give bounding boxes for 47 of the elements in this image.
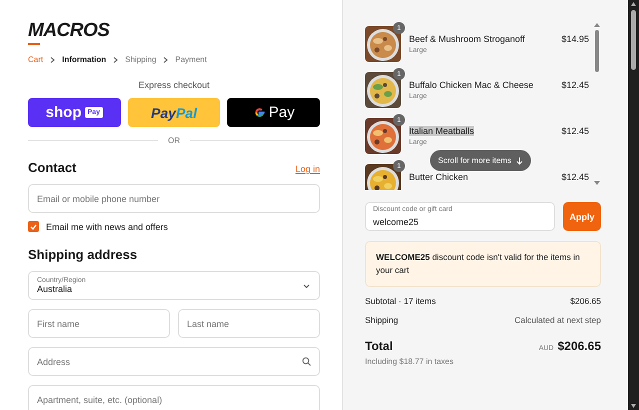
express-checkout-title: Express checkout <box>137 80 211 90</box>
item-price: $12.45 <box>561 79 589 90</box>
chevron-icon <box>50 56 56 62</box>
scrollbar[interactable] <box>593 22 601 186</box>
item-name: Italian Meatballs <box>409 126 474 136</box>
check-icon <box>30 224 37 230</box>
scrollbar[interactable] <box>630 0 637 410</box>
breadcrumb-link[interactable]: Cart <box>28 55 44 64</box>
apply-button[interactable]: Apply <box>563 202 601 231</box>
item-price: $12.45 <box>561 125 589 136</box>
scroll-hint[interactable]: Scroll for more items <box>430 150 532 171</box>
last-name-field[interactable]: Last name <box>178 309 320 338</box>
subtotal-value: $206.65 <box>570 296 601 306</box>
discount-error-message: WELCOME25 discount code isn't valid for the items in your cart <box>365 241 601 287</box>
item-name: Butter Chicken <box>409 172 468 182</box>
chevron-icon <box>163 56 168 62</box>
breadcrumb-step[interactable]: Payment <box>175 55 207 64</box>
total-value: $206.65 <box>558 339 601 353</box>
item-name: Beef & Mushroom Stroganoff <box>409 34 525 44</box>
login-link[interactable]: Log in <box>295 164 320 174</box>
first-name-field[interactable]: First name <box>28 309 170 338</box>
shipping-label: Shipping <box>365 315 398 325</box>
email-field[interactable]: Email or mobile phone number <box>28 184 320 213</box>
breadcrumb-step[interactable]: Information <box>62 55 106 64</box>
paypal-button[interactable]: PayPal <box>128 98 220 127</box>
item-name: Buffalo Chicken Mac & Cheese <box>409 80 534 90</box>
subtotal-label: Subtotal · 17 items <box>365 296 436 306</box>
apartment-field[interactable]: Apartment, suite, etc. (optional) <box>28 385 320 410</box>
or-divider-label: OR <box>168 136 180 145</box>
google-logo-icon <box>252 106 266 119</box>
arrow-down-icon <box>516 156 524 164</box>
chevron-down-icon <box>303 284 310 289</box>
taxes-note: Including $18.77 in taxes <box>365 357 455 366</box>
address-field[interactable]: Address <box>28 347 320 376</box>
search-icon <box>302 357 311 366</box>
google-pay-button[interactable]: Pay <box>227 98 320 127</box>
checkbox[interactable] <box>28 221 39 232</box>
logo[interactable]: MACROS <box>28 20 110 45</box>
chevron-icon <box>113 56 118 62</box>
checkbox-label: Email me with news and offers <box>46 222 168 232</box>
shipping-address-heading: Shipping address <box>28 247 138 262</box>
item-price: $12.45 <box>561 171 589 182</box>
breadcrumb-step[interactable]: Shipping <box>125 55 156 64</box>
item-price: $14.95 <box>561 33 589 44</box>
shipping-value: Calculated at next step <box>514 315 601 325</box>
contact-heading: Contact <box>28 160 76 175</box>
total-label: Total <box>365 339 393 353</box>
